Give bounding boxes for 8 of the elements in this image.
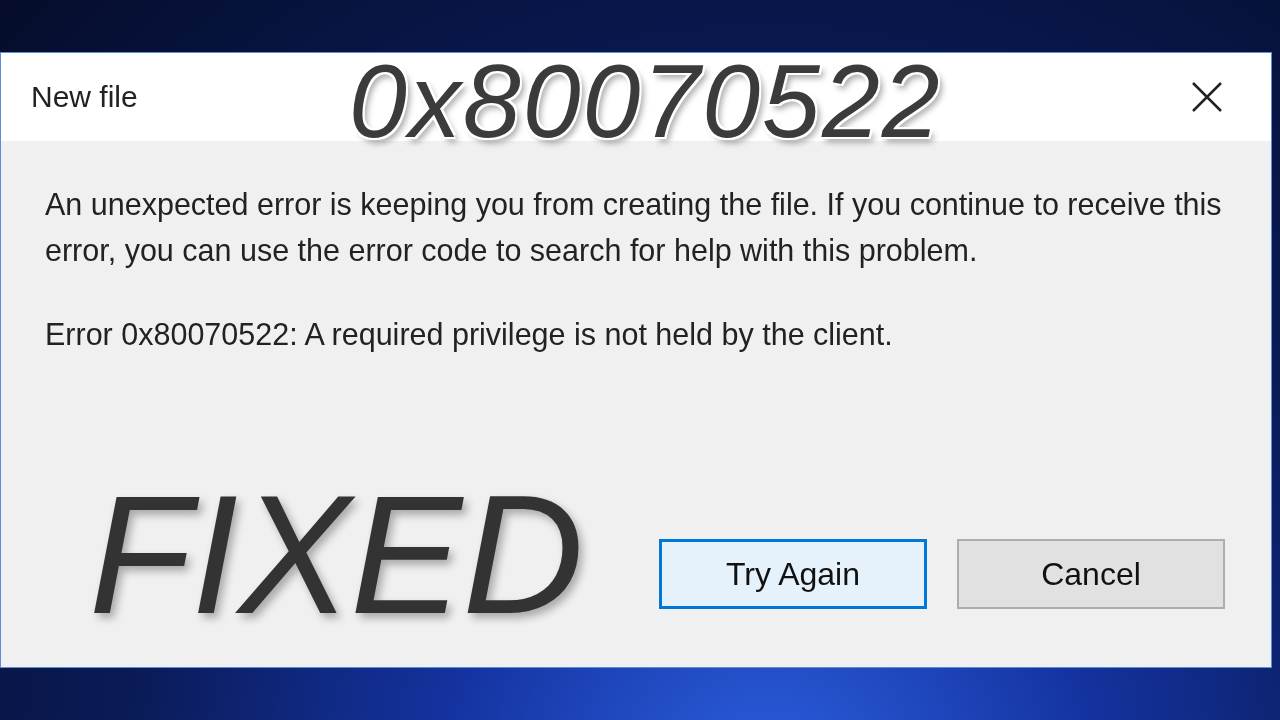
dialog-button[interactable]: Cancel [957, 539, 1225, 609]
close-icon[interactable] [1191, 81, 1223, 113]
fixed-overlay: FIXED [89, 471, 584, 639]
error-message: Error 0x80070522: A required privilege is not held by the client. [45, 316, 894, 354]
window-title: New file [31, 80, 138, 114]
error-code-overlay: 0x80070522 [349, 49, 942, 153]
dialog-button[interactable]: Try Again [659, 539, 927, 609]
error-message: An unexpected error is keeping you from creating the file. If you continue to receive this error, you can use the error code to search for help with this problem. [45, 186, 1223, 270]
